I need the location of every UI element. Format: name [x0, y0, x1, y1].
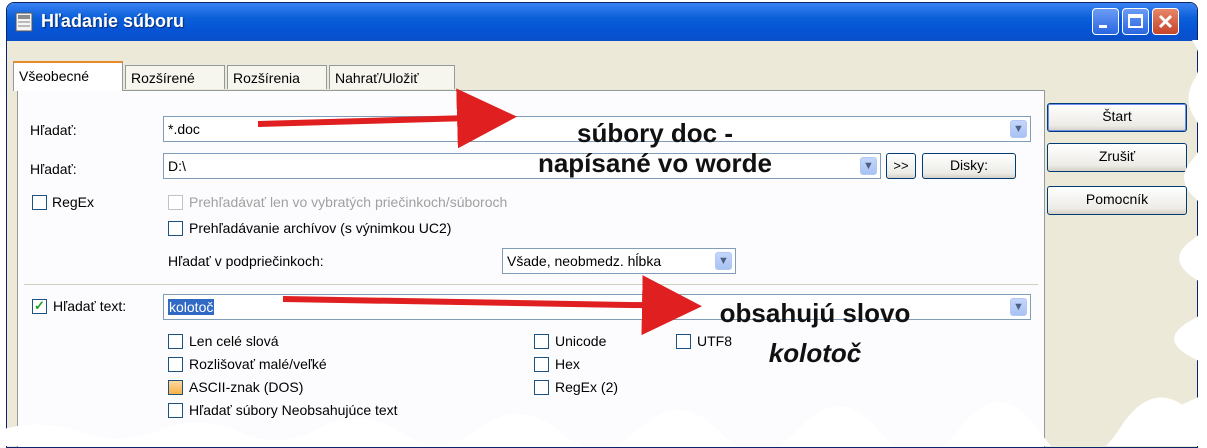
annotation-doc-files-line1: súbory doc -: [576, 118, 733, 148]
annotation-doc-files-line2: napísané vo worde: [537, 148, 773, 178]
arrow-to-find-text: [282, 275, 702, 336]
arrow-to-search-mask: [257, 88, 517, 149]
torn-edge-bottom: [0, 397, 1207, 446]
annotation-arrows: [0, 40, 1207, 446]
tab-general[interactable]: Všeobecné: [13, 61, 123, 91]
annotation-contains-word-line2: kolotoč: [768, 338, 862, 368]
torn-edge-right: [1169, 40, 1207, 446]
annotation-contains-word-line1: obsahujú slovo: [719, 298, 911, 328]
